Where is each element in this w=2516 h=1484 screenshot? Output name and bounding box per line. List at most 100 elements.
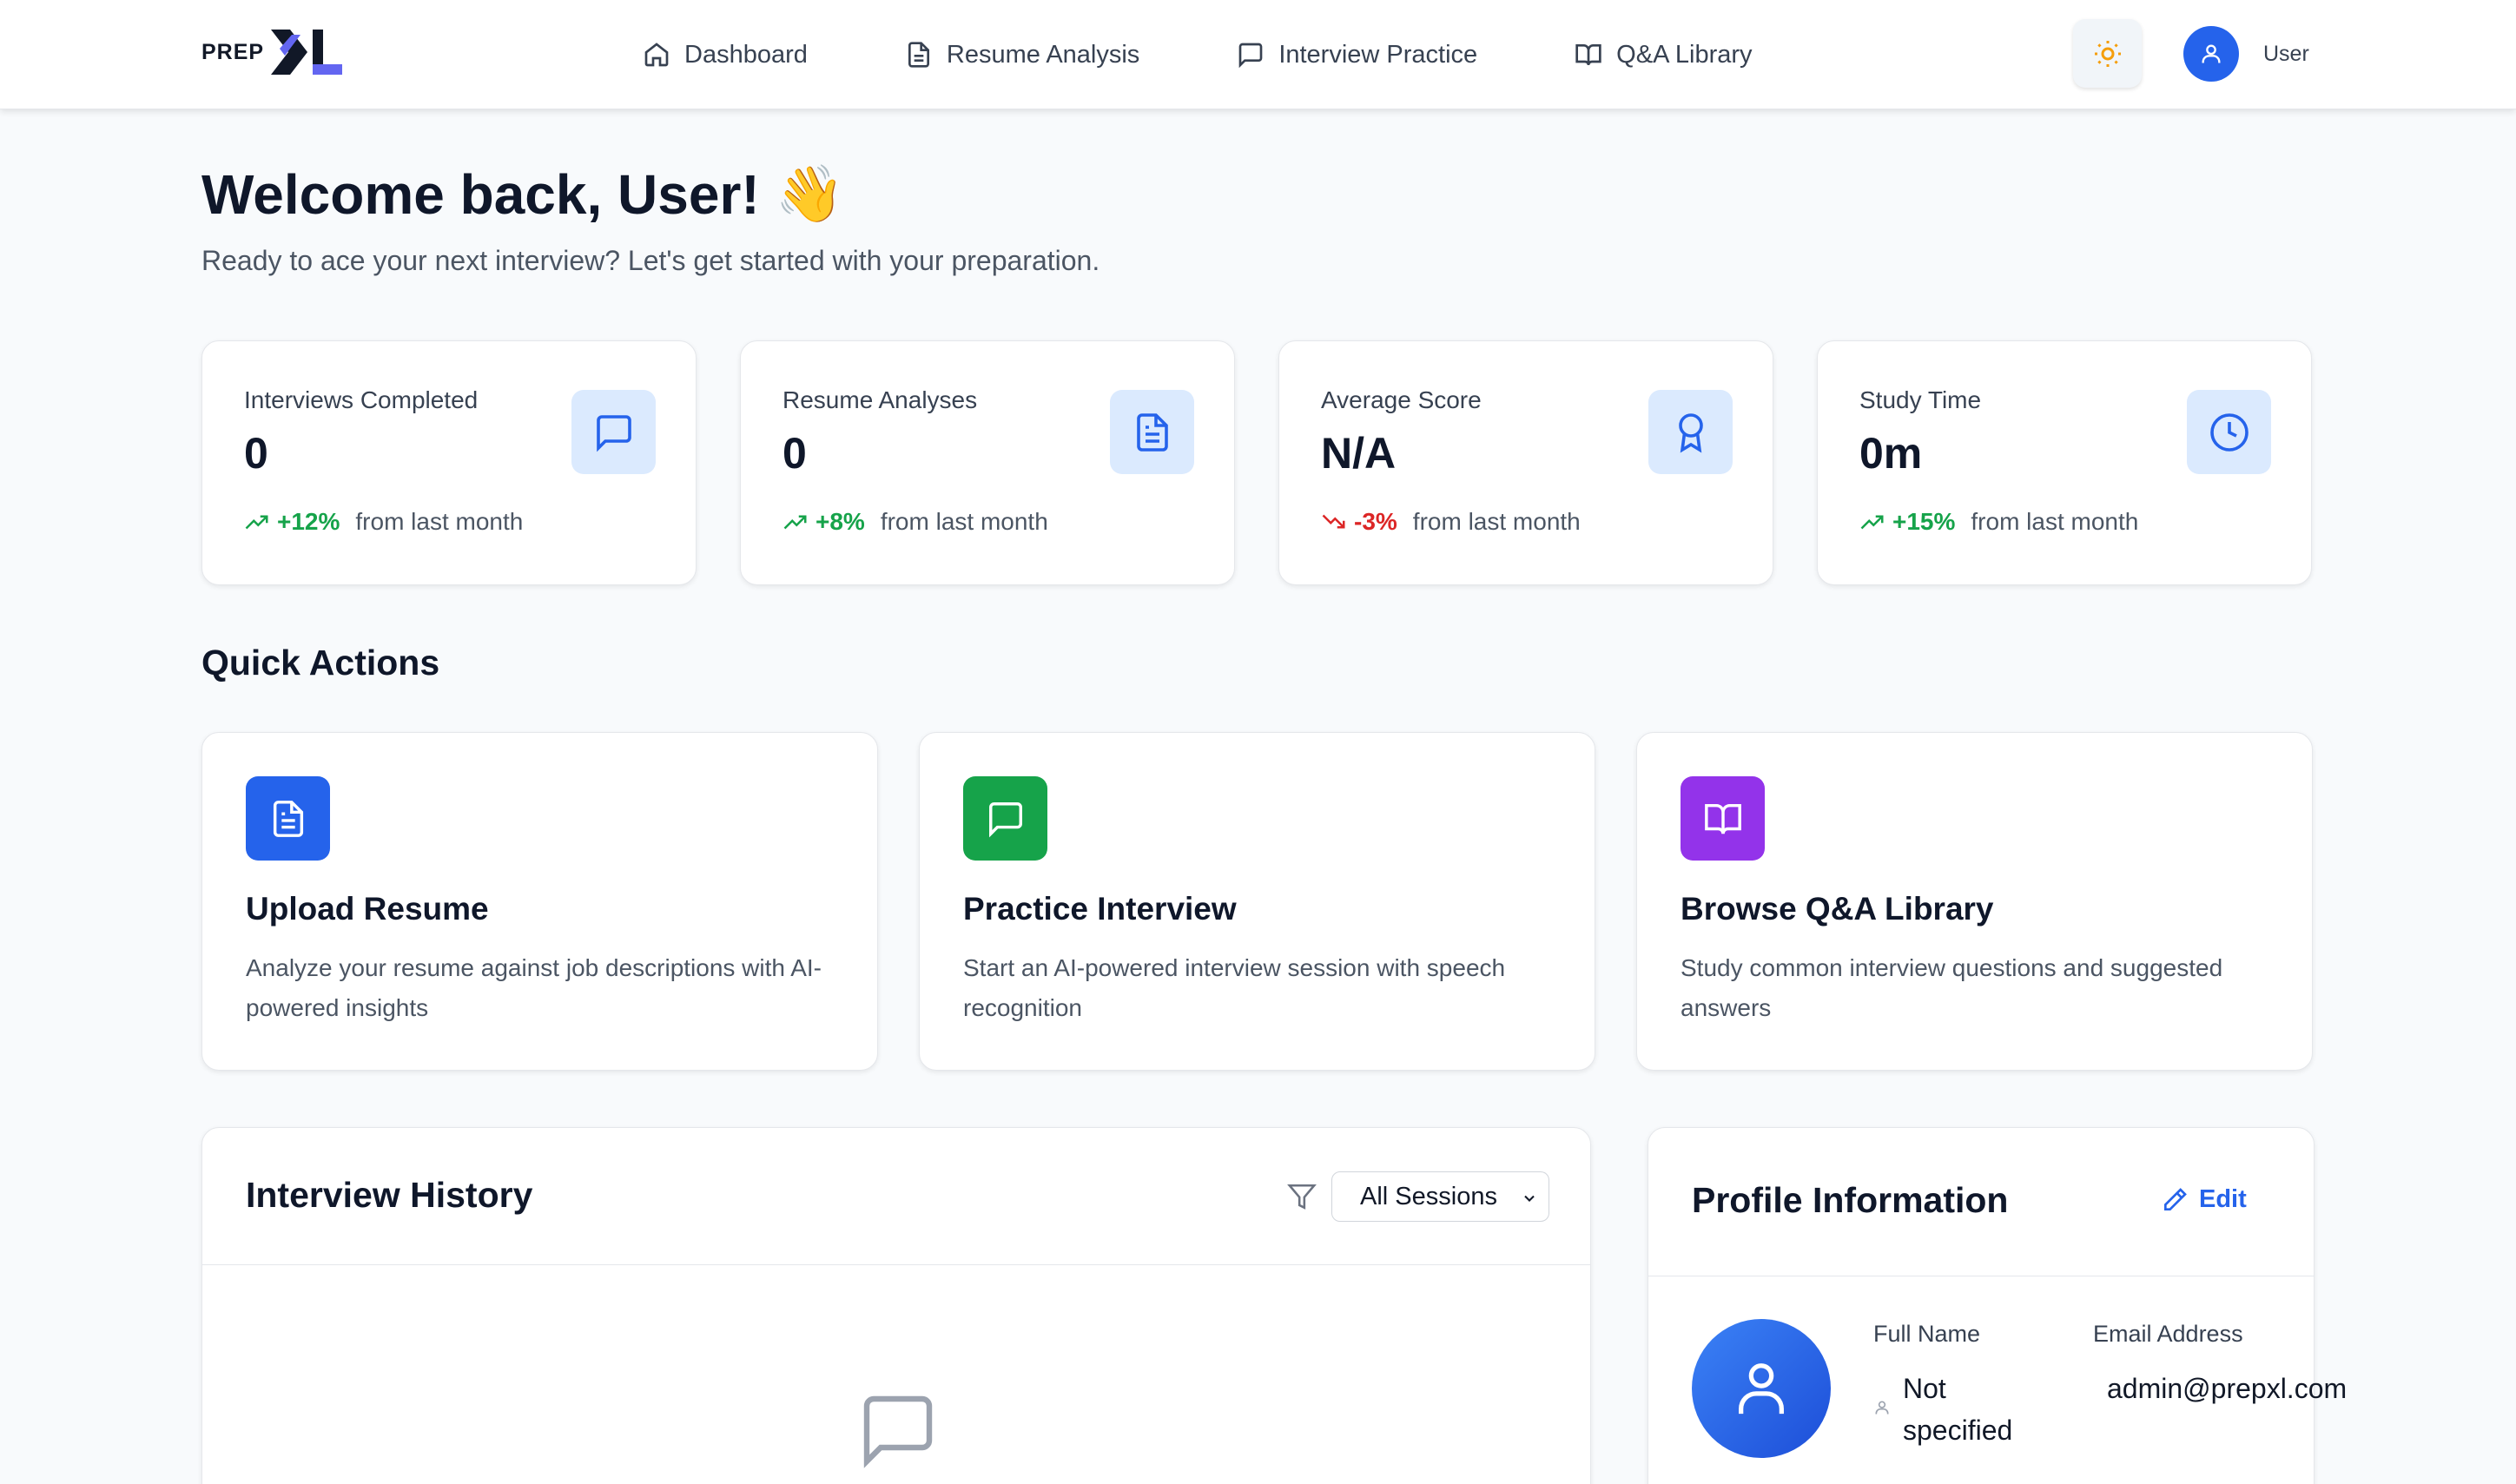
interview-history-panel: Interview History All Sessions <box>201 1127 1591 1484</box>
stat-value: 0m <box>1859 429 1923 478</box>
user-small-icon <box>1875 1401 1889 1415</box>
trend-value: +12% <box>277 508 340 535</box>
stat-label: Study Time <box>1859 386 1982 413</box>
stat-card-interviews: Interviews Completed 0 +12% from last mo… <box>201 340 697 585</box>
home-icon <box>644 43 669 67</box>
qa-description: Analyze your resume against job descript… <box>246 954 822 1021</box>
history-title: Interview History <box>246 1175 533 1215</box>
message-icon <box>596 414 631 452</box>
nav-interview-practice[interactable]: Interview Practice <box>1237 41 1477 69</box>
profile-information-panel: Profile Information Edit Full Name Email… <box>1648 1127 2347 1484</box>
book-icon <box>1575 44 1601 66</box>
empty-message-icon <box>863 1395 933 1468</box>
quick-actions-title: Quick Actions <box>201 643 440 683</box>
welcome-subtitle: Ready to ace your next interview? Let's … <box>201 245 1100 276</box>
filter-icon <box>1287 1184 1317 1210</box>
stat-icon-box <box>1110 390 1194 474</box>
wave-emoji: 👋 <box>775 162 845 225</box>
nav-label: Q&A Library <box>1616 40 1753 69</box>
top-header: PREP Dashboard Resume Analysis Interview… <box>0 0 2516 109</box>
sun-icon <box>2094 40 2121 67</box>
stat-card-study-time: Study Time 0m +15% from last month <box>1817 340 2312 585</box>
upload-resume-card[interactable]: Upload Resume Analyze your resume agains… <box>201 732 878 1071</box>
logo-text: PREP <box>201 39 265 64</box>
full-name-label: Full Name <box>1873 1321 1981 1347</box>
nav-label: Dashboard <box>684 40 808 69</box>
stat-trend: +12% from last month <box>244 508 523 536</box>
qa-icon-box <box>246 776 330 861</box>
trending-up-icon <box>1860 515 1884 530</box>
trend-text: from last month <box>1412 508 1581 535</box>
qa-icon-box <box>963 776 1047 861</box>
qa-description: Start an AI-powered interview session wi… <box>963 954 1506 1021</box>
select-value: All Sessions <box>1360 1182 1497 1210</box>
user-name: User <box>2263 41 2309 66</box>
edit-label: Edit <box>2199 1185 2247 1213</box>
prepxl-logo[interactable]: PREP <box>201 26 346 78</box>
profile-avatar <box>1692 1319 1831 1458</box>
stat-label: Resume Analyses <box>783 386 978 413</box>
clock-icon <box>2209 412 2249 452</box>
stat-card-average-score: Average Score N/A -3% from last month <box>1278 340 1773 585</box>
session-filter-select[interactable]: All Sessions <box>1331 1171 1549 1222</box>
user-icon <box>2202 44 2221 63</box>
qa-title: Practice Interview <box>963 891 1237 927</box>
document-icon <box>908 42 929 68</box>
stat-icon-box <box>2187 390 2271 474</box>
nav-label: Interview Practice <box>1278 40 1478 69</box>
stat-value: 0 <box>783 429 807 478</box>
document-icon <box>273 800 303 837</box>
stat-value: 0 <box>244 429 268 478</box>
trending-down-icon <box>1322 514 1345 529</box>
divider <box>202 1264 1590 1265</box>
nav-dashboard[interactable]: Dashboard <box>643 41 808 69</box>
qa-title: Upload Resume <box>246 891 489 927</box>
user-menu[interactable]: User <box>2183 26 2309 82</box>
nav-label: Resume Analysis <box>946 40 1140 69</box>
nav-resume-analysis[interactable]: Resume Analysis <box>905 41 1139 69</box>
trend-text: from last month <box>355 508 524 535</box>
stat-label: Interviews Completed <box>244 386 479 413</box>
trend-text: from last month <box>1971 508 2139 535</box>
stat-card-resume-analyses: Resume Analyses 0 +8% from last month <box>740 340 1235 585</box>
page-title: Welcome back, User! 👋 <box>201 162 844 227</box>
stat-icon-box <box>1648 390 1733 474</box>
message-icon <box>988 801 1022 837</box>
stat-trend: +8% from last month <box>783 508 1048 536</box>
message-icon <box>1238 43 1263 69</box>
trend-value: -3% <box>1354 508 1397 535</box>
user-icon <box>1739 1363 1784 1415</box>
chevron-down-icon <box>1524 1195 1535 1202</box>
browse-qa-library-card[interactable]: Browse Q&A Library Study common intervie… <box>1636 732 2313 1071</box>
stat-trend: -3% from last month <box>1321 508 1581 536</box>
welcome-heading: Welcome back, User! <box>201 162 760 226</box>
pencil-icon <box>2164 1187 2187 1210</box>
full-name-row: Not specified <box>1873 1368 2042 1451</box>
profile-title: Profile Information <box>1692 1180 2009 1220</box>
trend-text: from last month <box>880 508 1048 535</box>
email-label: Email Address <box>2093 1321 2243 1347</box>
theme-toggle-button[interactable] <box>2073 19 2142 88</box>
avatar <box>2183 26 2239 82</box>
email-value: admin@prepxl.com <box>2107 1373 2348 1404</box>
trend-value: +8% <box>816 508 865 535</box>
full-name-value: Not specified <box>1903 1373 2013 1446</box>
document-icon <box>1136 412 1168 452</box>
qa-description: Study common interview questions and sug… <box>1681 954 2223 1021</box>
award-icon <box>1678 412 1703 452</box>
practice-interview-card[interactable]: Practice Interview Start an AI-powered i… <box>919 732 1595 1071</box>
book-icon <box>1704 803 1741 834</box>
qa-title: Browse Q&A Library <box>1681 891 1994 927</box>
main-nav: Dashboard Resume Analysis Interview Prac… <box>643 0 1850 109</box>
edit-profile-button[interactable]: Edit <box>2161 1185 2247 1214</box>
stat-icon-box <box>571 390 656 474</box>
trend-value: +15% <box>1892 508 1956 535</box>
qa-icon-box <box>1681 776 1765 861</box>
logo-mark-icon <box>271 30 343 75</box>
trending-up-icon <box>783 515 807 530</box>
stat-label: Average Score <box>1321 386 1482 413</box>
stat-value: N/A <box>1321 429 1397 478</box>
nav-qa-library[interactable]: Q&A Library <box>1575 40 1753 69</box>
stat-trend: +15% from last month <box>1859 508 2138 536</box>
trending-up-icon <box>245 515 268 530</box>
